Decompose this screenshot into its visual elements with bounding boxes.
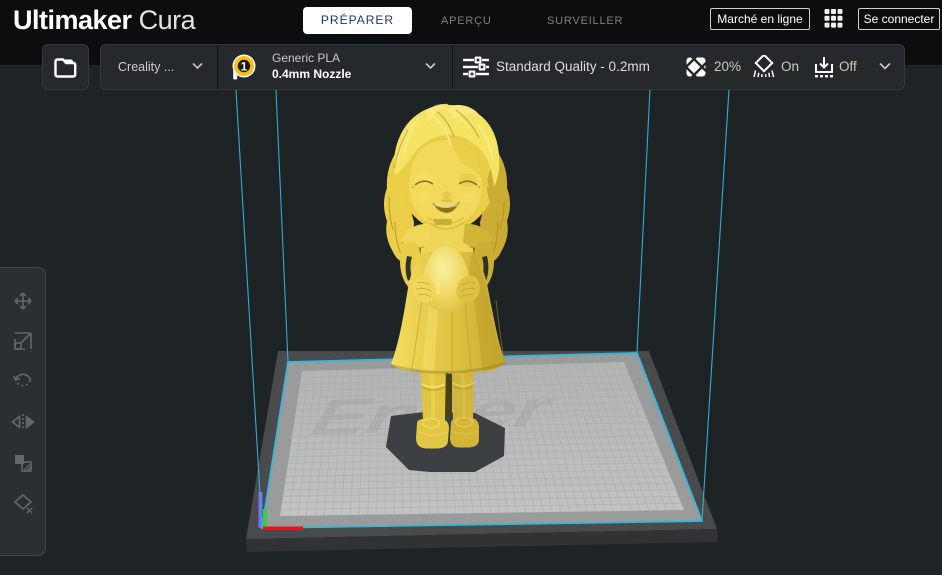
- svg-text:1: 1: [241, 60, 248, 74]
